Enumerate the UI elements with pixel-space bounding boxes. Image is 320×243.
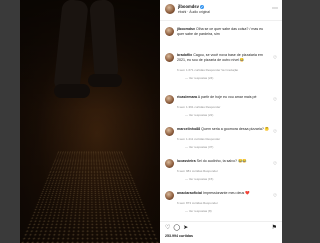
- avatar[interactable]: [165, 191, 174, 200]
- shoe-right: [88, 74, 122, 87]
- post-username[interactable]: jlboomdsv: [178, 4, 199, 9]
- comment-text: Impressionante meu deus ❤️: [203, 191, 250, 195]
- post-audio[interactable]: ébahi · Áudio original: [178, 10, 210, 14]
- share-icon[interactable]: ➤: [183, 225, 188, 231]
- avatar[interactable]: [165, 53, 174, 62]
- avatar[interactable]: [165, 27, 174, 36]
- avatar[interactable]: [165, 159, 174, 168]
- comment-text: Quem seria a goomora dessa pizzaria? 🤔: [201, 127, 269, 131]
- post-video[interactable]: [20, 0, 160, 243]
- comments-list: jlboomdsv Olha se ce quer sabe das coisa…: [160, 21, 282, 221]
- comment-text: Sei do audinho, ta salvo? 😂😂: [197, 159, 247, 163]
- bookmark-icon[interactable]: ⚑: [272, 224, 277, 231]
- verified-icon: ✓: [200, 5, 204, 9]
- heart-icon[interactable]: ♡: [273, 97, 277, 103]
- comment-meta[interactable]: 6 sem 873 curtidas Responder: [177, 201, 218, 205]
- comment-meta[interactable]: 6 sem 1.391 curtidas Responder: [177, 105, 220, 109]
- shoe-left: [54, 84, 90, 98]
- comment-text: A partir de hoje eu vou amar mais pé: [198, 95, 257, 99]
- view-replies-link[interactable]: — Ver respostas (24): [185, 76, 213, 80]
- view-replies-link[interactable]: — Ver respostas (15): [185, 177, 213, 181]
- comment-username[interactable]: anaclaraoficial: [177, 191, 202, 195]
- post-header: jlboomdsv ✓ ébahi · Áudio original ⋯: [160, 0, 282, 21]
- comment-username[interactable]: bradoflix: [177, 53, 192, 57]
- view-replies-link[interactable]: — Ver respostas (22): [185, 113, 213, 117]
- avatar[interactable]: [165, 127, 174, 136]
- comment-username[interactable]: lucasvieira: [177, 159, 196, 163]
- avatar[interactable]: [165, 4, 175, 14]
- action-bar: ♡ ◯ ➤: [165, 224, 191, 231]
- more-options-icon[interactable]: ⋯: [272, 5, 278, 12]
- heart-icon[interactable]: ♡: [273, 193, 277, 199]
- comment-meta[interactable]: 6 sem 1.671 curtidas Responder Ver tradu…: [177, 68, 238, 72]
- avatar[interactable]: [165, 95, 174, 104]
- comment-meta[interactable]: 6 sem 1.211 curtidas Responder: [177, 137, 220, 141]
- post-sidebar: jlboomdsv ✓ ébahi · Áudio original ⋯ jlbo…: [160, 0, 282, 243]
- view-replies-link[interactable]: — Ver respostas (37): [185, 145, 213, 149]
- post-footer: ♡ ◯ ➤ ⚑ 253.994 curtidas: [160, 221, 282, 243]
- heart-icon[interactable]: ♡: [273, 161, 277, 167]
- heart-icon[interactable]: ♡: [273, 129, 277, 135]
- heart-icon[interactable]: ♡: [273, 55, 277, 61]
- comment-username[interactable]: marcelinho88: [177, 127, 200, 131]
- comment-meta[interactable]: 6 sem 981 curtidas Responder: [177, 169, 218, 173]
- comment-icon[interactable]: ◯: [173, 225, 180, 231]
- like-icon[interactable]: ♡: [165, 225, 170, 231]
- post-modal: jlboomdsv ✓ ébahi · Áudio original ⋯ jlbo…: [20, 0, 282, 243]
- caption-username[interactable]: jlboomdsv: [177, 27, 195, 31]
- likes-count[interactable]: 253.994 curtidas: [165, 234, 193, 238]
- comment-username[interactable]: ricaslemara: [177, 95, 197, 99]
- view-replies-link[interactable]: — Ver respostas (8): [185, 209, 212, 213]
